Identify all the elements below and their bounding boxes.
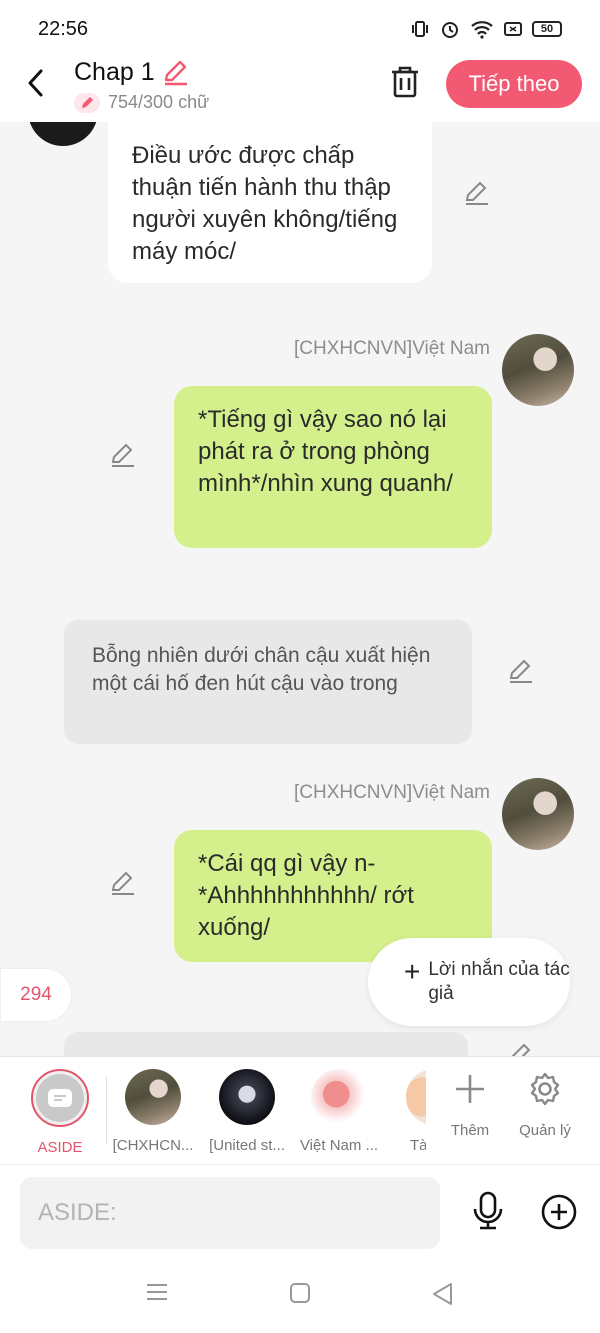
edit-message-icon[interactable] (110, 870, 136, 896)
system-nav-bar (0, 1260, 600, 1333)
author-note-button[interactable]: + Lời nhắn của tác giả (368, 938, 570, 1026)
avatar[interactable] (28, 122, 98, 146)
character-label: ASIDE (37, 1139, 83, 1156)
home-icon[interactable] (289, 1282, 311, 1304)
battery-icon: 50 (532, 21, 562, 37)
speaker-name: [CHXHCNVN]Việt Nam (293, 338, 490, 359)
narration-bubble[interactable]: Bỗng nhiên dưới chân cậu xuất hiện một c… (64, 620, 472, 744)
message-bubble[interactable]: *Tiếng gì vậy sao nó lại phát ra ở trong… (174, 386, 492, 548)
alarm-icon (442, 22, 458, 38)
edit-message-icon[interactable] (508, 1042, 534, 1056)
narration-bubble[interactable] (64, 1032, 468, 1056)
avatar[interactable] (502, 778, 574, 850)
character-item[interactable]: Việt Nam ... (294, 1069, 384, 1154)
divider (106, 1077, 107, 1143)
message-input[interactable] (20, 1177, 440, 1249)
microphone-icon[interactable] (470, 1191, 506, 1231)
message-count-badge[interactable]: 294 (0, 968, 72, 1022)
character-item[interactable]: [United st... (202, 1069, 292, 1154)
aside-icon (36, 1074, 84, 1122)
edit-message-icon[interactable] (110, 442, 136, 468)
manage-button[interactable]: Quản lý (510, 1071, 580, 1139)
trash-icon[interactable] (388, 64, 422, 100)
add-attachment-icon[interactable] (540, 1193, 578, 1231)
author-note-label: Lời nhắn của tác giả (428, 959, 570, 1004)
status-time: 22:56 (38, 18, 89, 40)
add-character-button[interactable]: Thêm (435, 1071, 505, 1139)
character-label: [United st... (209, 1137, 285, 1154)
speaker-name: [CHXHCNVN]Việt Nam (293, 782, 490, 803)
vibrate-icon (412, 21, 428, 37)
character-label: [CHXHCN... (112, 1137, 194, 1154)
screen-icon (504, 22, 522, 36)
menu-icon[interactable] (146, 1282, 168, 1302)
input-row (0, 1164, 600, 1260)
avatar (311, 1069, 367, 1125)
avatar[interactable] (502, 334, 574, 406)
status-bar: 22:56 50 (0, 0, 600, 58)
chapter-title[interactable]: Chap 1 (74, 58, 155, 87)
character-label: Tà (410, 1137, 426, 1154)
back-nav-icon[interactable] (431, 1282, 453, 1306)
more-label: Thêm (450, 1122, 490, 1139)
pencil-badge-icon (74, 92, 100, 113)
character-bar: ASIDE [CHXHCN... [United st... Việt Nam … (0, 1056, 600, 1164)
word-count: 754/300 chữ (108, 92, 210, 112)
character-item[interactable]: Tà (374, 1069, 426, 1154)
wifi-icon (471, 21, 493, 39)
back-button[interactable] (22, 66, 52, 100)
edit-title-icon[interactable] (162, 58, 190, 86)
avatar (406, 1069, 426, 1125)
character-label: Việt Nam ... (299, 1137, 379, 1154)
character-aside[interactable]: ASIDE (15, 1069, 105, 1156)
character-item[interactable]: [CHXHCN... (108, 1069, 198, 1154)
chat-area[interactable]: Điều ước được chấp thuận tiến hành thu t… (0, 122, 600, 1056)
editor-header: Chap 1 754/300 chữ Tiếp theo (0, 58, 600, 122)
avatar (125, 1069, 181, 1125)
manage-label: Quản lý (519, 1122, 571, 1139)
plus-icon (456, 1075, 484, 1103)
plus-icon: + (404, 956, 421, 987)
edit-message-icon[interactable] (464, 180, 490, 206)
edit-message-icon[interactable] (508, 658, 534, 684)
next-button[interactable]: Tiếp theo (446, 60, 582, 108)
avatar (219, 1069, 275, 1125)
gear-icon (530, 1072, 560, 1106)
message-bubble[interactable]: Điều ước được chấp thuận tiến hành thu t… (108, 122, 432, 283)
